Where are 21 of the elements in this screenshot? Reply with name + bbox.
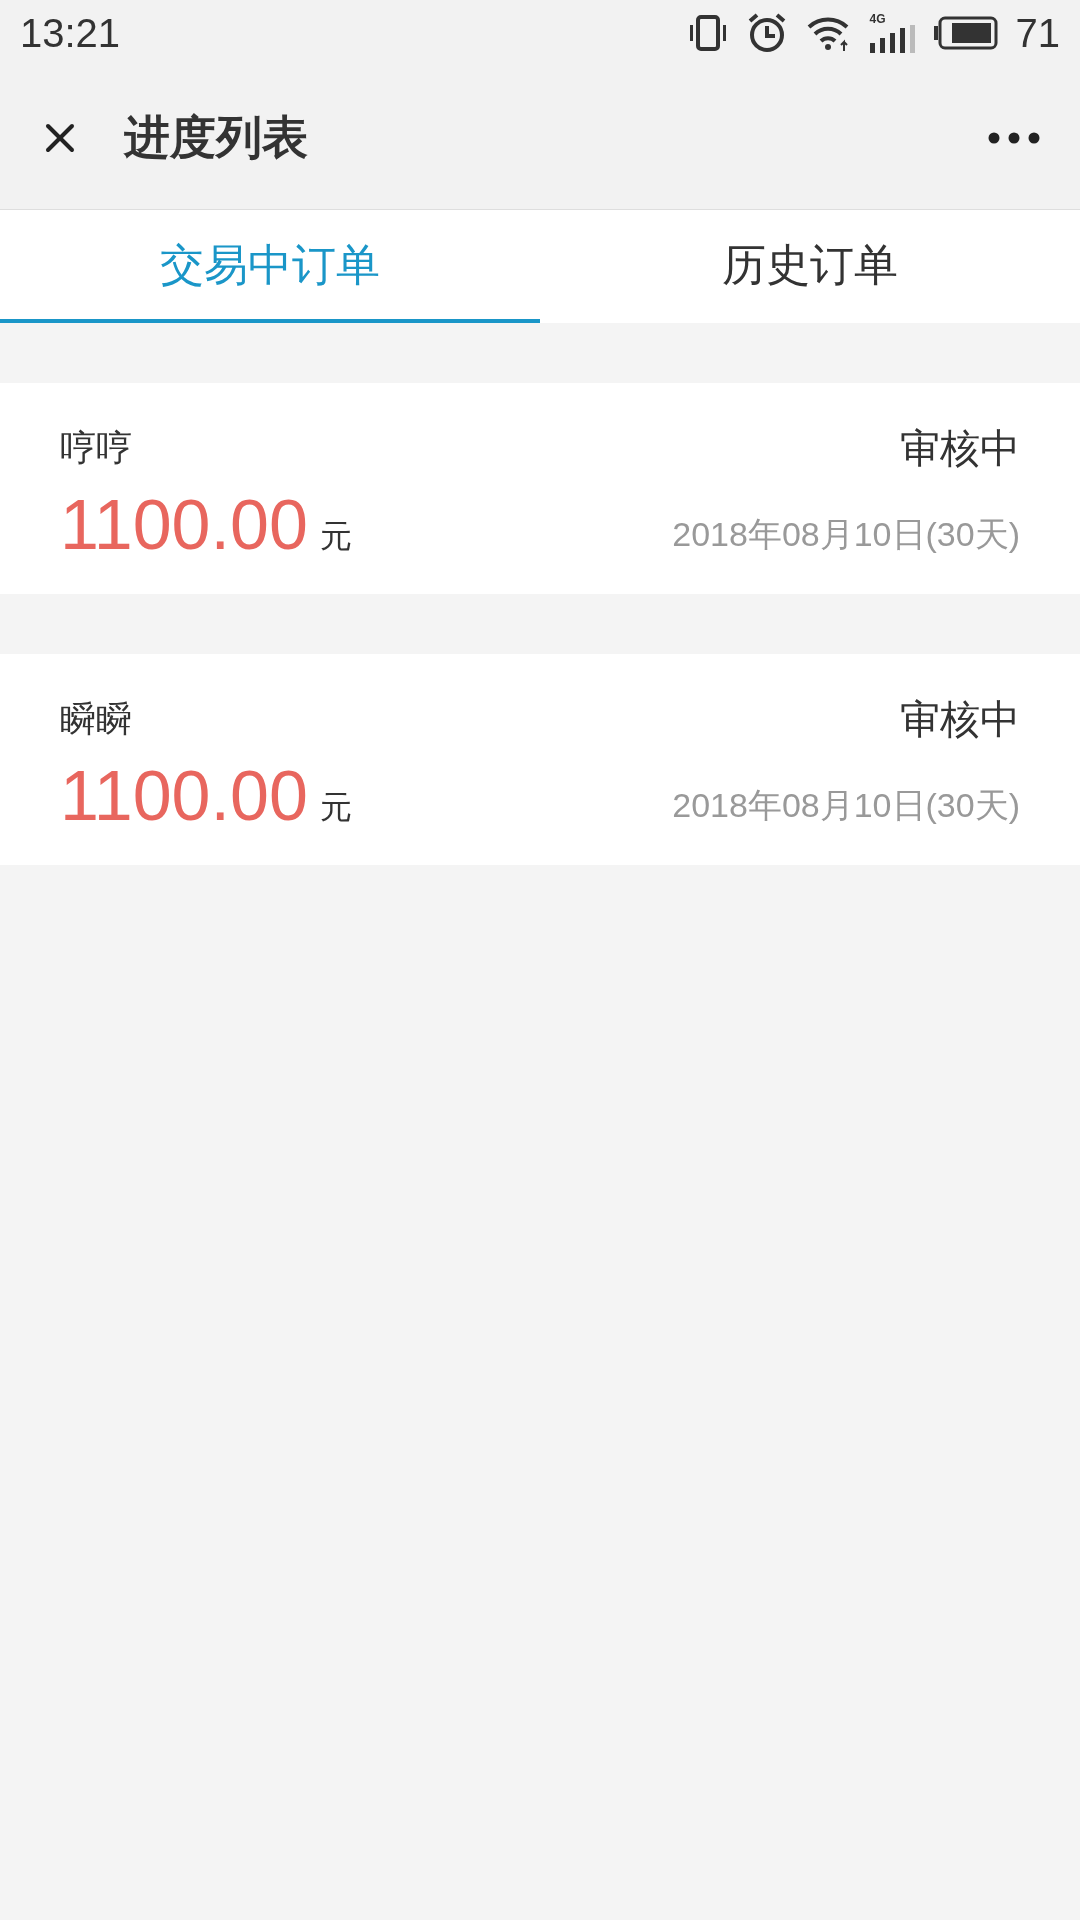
order-card[interactable]: 瞬瞬 审核中 1100.00 元 2018年08月10日(30天) — [0, 654, 1080, 865]
battery-icon — [933, 16, 998, 50]
tab[interactable]: 历史订单 — [540, 210, 1080, 323]
more-icon — [988, 131, 1040, 144]
order-amount: 1100.00 — [60, 760, 308, 831]
order-name: 哼哼 — [60, 425, 132, 470]
order-status: 审核中 — [900, 424, 1020, 472]
order-date: 2018年08月10日(30天) — [672, 513, 1020, 555]
vibrate-icon — [687, 13, 728, 53]
amount-unit: 元 — [319, 787, 352, 827]
signal-icon — [869, 25, 916, 53]
status-time: 13:21 — [20, 10, 121, 57]
battery-percent: 71 — [1015, 10, 1060, 57]
page-title: 进度列表 — [124, 110, 308, 165]
network-label: 4G — [869, 13, 886, 25]
order-amount: 1100.00 — [60, 489, 308, 560]
order-card[interactable]: 哼哼 审核中 1100.00 元 2018年08月10日(30天) — [0, 383, 1080, 594]
amount-unit: 元 — [319, 516, 352, 556]
order-name: 瞬瞬 — [60, 696, 132, 741]
order-date: 2018年08月10日(30天) — [672, 784, 1020, 826]
order-status: 审核中 — [900, 695, 1020, 743]
